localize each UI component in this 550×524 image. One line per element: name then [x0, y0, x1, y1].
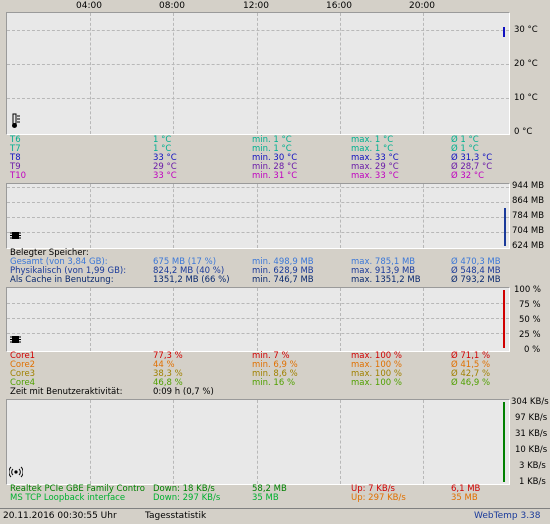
sensor-name: T10 [10, 171, 27, 181]
memory-axis-624: 624 MB [512, 241, 545, 251]
status-bar: 20.11.2016 00:30:55 Uhr Tagesstatistik W… [0, 508, 550, 524]
network-antenna-icon [9, 466, 23, 478]
interface-down-total: 35 MB [252, 493, 279, 503]
cpu-axis-0: 0 % [524, 345, 541, 355]
memory-avg: Ø 793,2 MB [451, 275, 501, 285]
time-label-0400: 04:00 [76, 1, 102, 11]
network-axis-3: 3 KB/s [519, 461, 546, 471]
network-axis-1: 1 KB/s [519, 477, 546, 487]
memory-axis-864: 864 MB [512, 196, 545, 206]
memory-current-marker [504, 208, 506, 246]
memory-chip-icon [10, 232, 21, 239]
sensor-min: min. 31 °C [252, 171, 298, 181]
memory-axis-944: 944 MB [512, 181, 545, 191]
network-axis-304: 304 KB/s [511, 397, 549, 407]
webtemp-window: 04:00 08:00 12:00 16:00 20:00 30 °C 20 °… [0, 0, 550, 523]
sensor-avg: Ø 32 °C [451, 171, 485, 181]
interface-up-total: 35 MB [451, 493, 478, 503]
time-label-2000: 20:00 [409, 1, 435, 11]
temperature-current-marker [503, 27, 505, 37]
status-datetime: 20.11.2016 00:30:55 Uhr [3, 511, 117, 521]
memory-min: min. 746,7 MB [252, 275, 314, 285]
cpu-icon [10, 336, 21, 343]
cpu-axis-75: 75 % [519, 300, 541, 310]
app-version: WebTemp 3.38 [474, 511, 541, 521]
activity-label: Zeit mit Benutzeraktivität: [10, 387, 123, 397]
memory-graph[interactable] [6, 183, 510, 249]
cpu-axis-25: 25 % [519, 330, 541, 340]
thermometer-icon [12, 113, 20, 128]
network-axis-31: 31 KB/s [515, 429, 548, 439]
network-current-marker [503, 402, 505, 482]
time-label-0800: 08:00 [159, 1, 185, 11]
core-max: max. 100 % [351, 378, 402, 388]
memory-axis-784: 784 MB [512, 211, 545, 221]
temp-axis-0: 0 °C [514, 127, 533, 137]
memory-name: Als Cache in Benutzung: [10, 275, 114, 285]
core-min: min. 16 % [252, 378, 296, 388]
memory-axis-704: 704 MB [512, 226, 545, 236]
memory-max: max. 1351,2 MB [351, 275, 421, 285]
memory-current: 1351,2 MB (66 %) [153, 275, 230, 285]
network-axis-10: 10 KB/s [515, 445, 548, 455]
network-axis-97: 97 KB/s [515, 413, 548, 423]
sensor-max: max. 33 °C [351, 171, 399, 181]
cpu-axis-50: 50 % [519, 315, 541, 325]
temp-axis-30: 30 °C [514, 25, 538, 35]
temperature-graph[interactable] [6, 12, 510, 135]
temp-axis-10: 10 °C [514, 93, 538, 103]
interface-up: Up: 297 KB/s [351, 493, 406, 503]
cpu-graph[interactable] [6, 287, 510, 352]
network-graph[interactable] [6, 399, 510, 485]
interface-down: Down: 297 KB/s [153, 493, 221, 503]
core-avg: Ø 46,9 % [451, 378, 491, 388]
interface-name: MS TCP Loopback interface [10, 493, 126, 503]
daily-stats-link[interactable]: Tagesstatistik [145, 511, 206, 521]
activity-value: 0:09 h (0,7 %) [153, 387, 214, 397]
sensor-current: 33 °C [153, 171, 177, 181]
time-label-1200: 12:00 [243, 1, 269, 11]
cpu-axis-100: 100 % [514, 285, 542, 295]
temp-axis-20: 20 °C [514, 59, 538, 69]
cpu-current-marker [503, 290, 505, 348]
time-label-1600: 16:00 [326, 1, 352, 11]
